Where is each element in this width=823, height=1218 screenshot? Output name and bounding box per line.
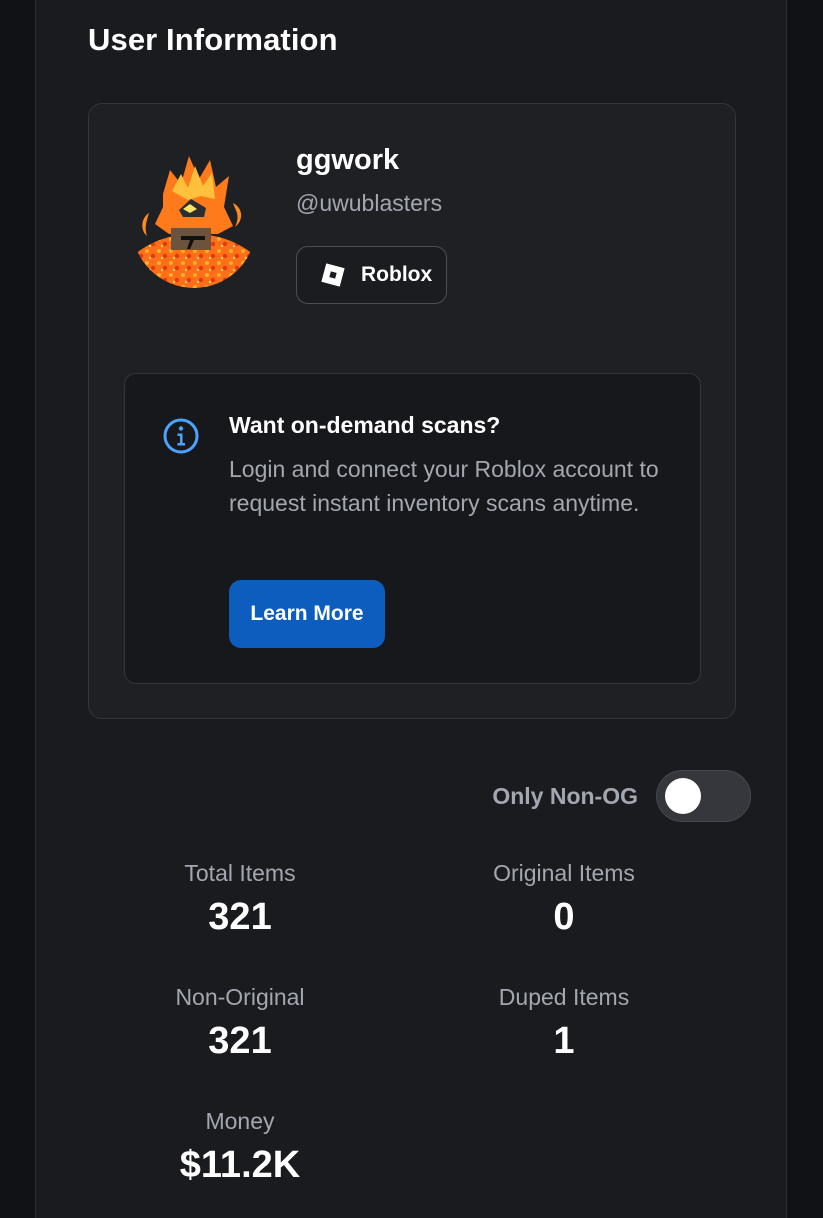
info-icon [163, 418, 199, 454]
avatar [132, 152, 256, 292]
stat-value: 321 [208, 896, 272, 938]
on-demand-scans-info-box: Want on-demand scans? Login and connect … [124, 373, 701, 684]
stat-value: 0 [553, 896, 575, 938]
stat-money: Money $11.2K [88, 1102, 392, 1196]
username: @uwublasters [296, 190, 443, 216]
stat-label: Money [205, 1108, 275, 1134]
display-name: ggwork [296, 144, 400, 176]
flame-avatar-icon [132, 156, 256, 288]
stat-original-items: Original Items 0 [392, 854, 736, 948]
stat-label: Duped Items [498, 984, 630, 1010]
toggle-knob [665, 778, 701, 814]
inventory-stats: Total Items 321 Original Items 0 Non-Ori… [88, 854, 736, 1196]
stat-value: 321 [208, 1020, 272, 1062]
non-og-filter: Only Non-OG [492, 770, 751, 822]
stat-label: Original Items [493, 860, 635, 886]
stat-duped-items: Duped Items 1 [392, 978, 736, 1072]
stat-total-items: Total Items 321 [88, 854, 392, 948]
profile-card: ggwork @uwublasters Roblox Want on-deman… [88, 103, 736, 719]
stat-non-original: Non-Original 321 [88, 978, 392, 1072]
info-title: Want on-demand scans? [229, 412, 501, 438]
stat-value: $11.2K [179, 1144, 301, 1186]
stat-value: 1 [553, 1020, 575, 1062]
platform-label: Roblox [361, 263, 433, 286]
user-information-panel: User Information ggwork @uwublasters Rob… [35, 0, 787, 1218]
only-non-og-label: Only Non-OG [492, 782, 638, 809]
only-non-og-toggle[interactable] [656, 770, 751, 822]
page-title: User Information [88, 22, 338, 57]
stat-label: Total Items [184, 860, 296, 886]
stat-label: Non-Original [175, 984, 305, 1010]
roblox-icon [321, 263, 345, 287]
learn-more-button[interactable]: Learn More [229, 580, 385, 648]
info-description: Login and connect your Roblox account to… [229, 456, 659, 516]
roblox-platform-badge[interactable]: Roblox [296, 246, 447, 304]
